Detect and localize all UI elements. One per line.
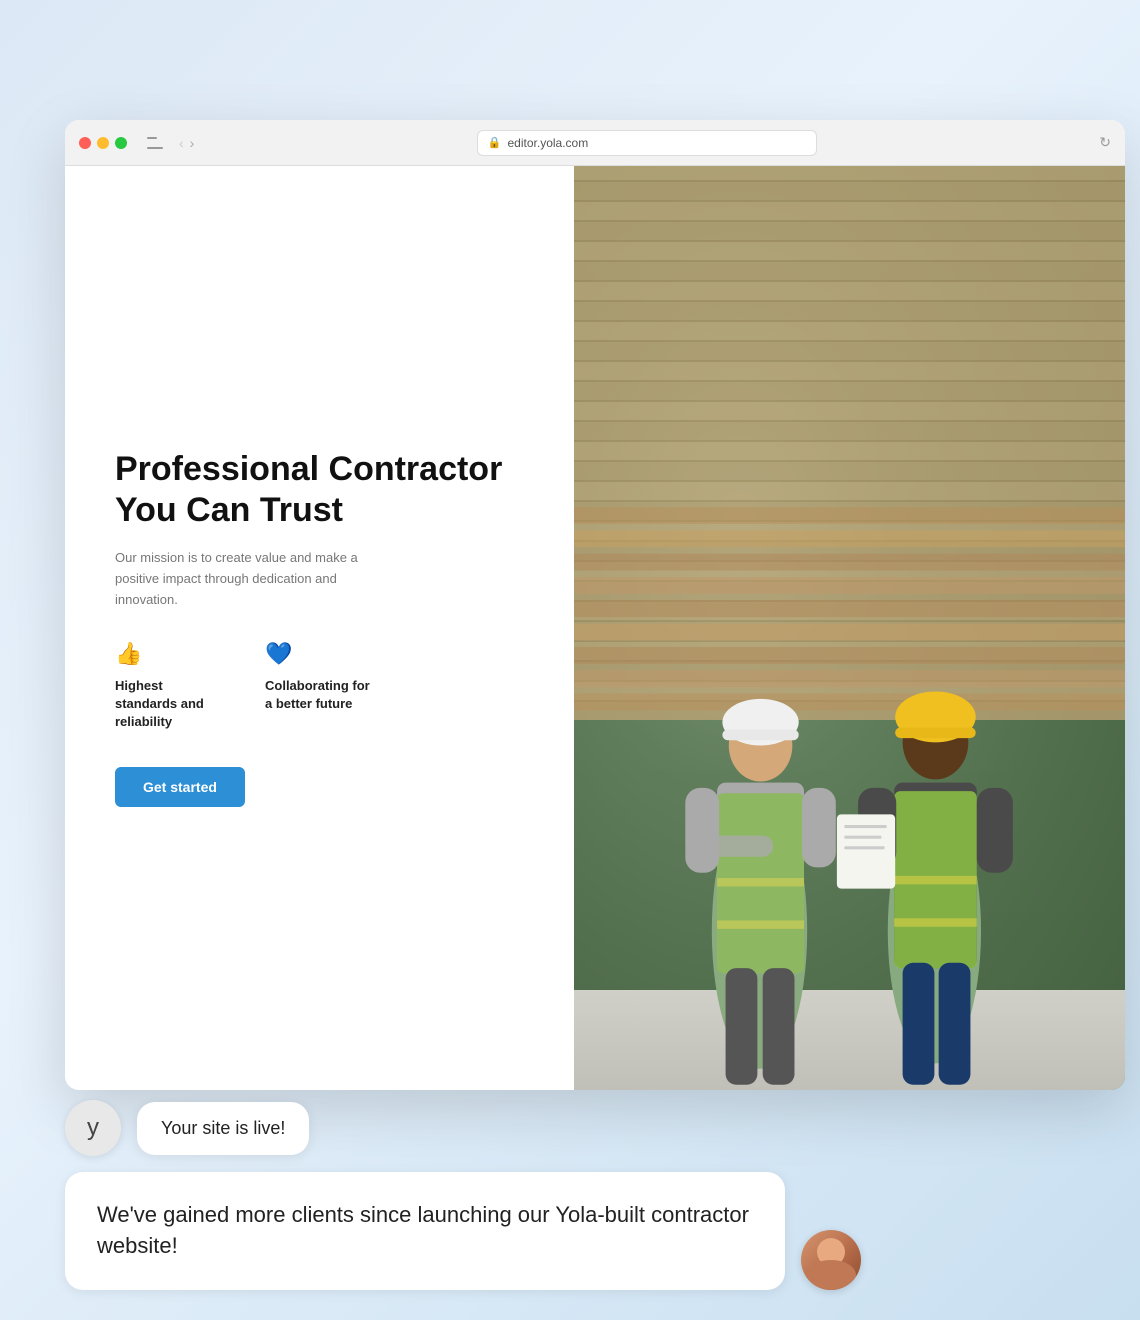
yola-letter: y	[87, 1114, 99, 1142]
user-avatar	[801, 1230, 861, 1290]
address-bar[interactable]: 🔒 editor.yola.com	[477, 130, 817, 156]
nav-arrows: ‹ ›	[179, 136, 194, 150]
feature-item-2: 💙 Collaborating for a better future	[265, 641, 375, 732]
get-started-button[interactable]: Get started	[115, 767, 245, 807]
browser-window: ‹ › 🔒 editor.yola.com ↻ Professional Con…	[65, 120, 1125, 1090]
traffic-lights	[79, 137, 127, 149]
forward-arrow[interactable]: ›	[190, 136, 195, 150]
hero-left: Professional Contractor You Can Trust Ou…	[65, 166, 574, 1090]
yola-avatar: y	[65, 1100, 121, 1156]
feature-label-1: Highest standards and reliability	[115, 677, 225, 732]
workers-illustration	[574, 166, 1125, 1090]
lock-icon: 🔒	[488, 136, 502, 149]
construction-image	[574, 166, 1125, 1090]
feature-item-1: 👍 Highest standards and reliability	[115, 641, 225, 732]
chat-section: y Your site is live! We've gained more c…	[65, 1100, 1125, 1290]
chat-bubble-row-1: y Your site is live!	[65, 1100, 1125, 1156]
url-text: editor.yola.com	[508, 136, 589, 150]
hero-title: Professional Contractor You Can Trust	[115, 449, 524, 531]
refresh-icon[interactable]: ↻	[1099, 134, 1111, 151]
heart-icon: 💙	[265, 641, 375, 667]
back-arrow[interactable]: ‹	[179, 136, 184, 150]
thumbsup-icon: 👍	[115, 641, 225, 667]
chat-bubble-2: We've gained more clients since launchin…	[65, 1172, 785, 1290]
website-content: Professional Contractor You Can Trust Ou…	[65, 166, 1125, 1090]
feature-label-2: Collaborating for a better future	[265, 677, 375, 713]
sidebar-toggle-icon[interactable]	[147, 137, 163, 149]
close-button[interactable]	[79, 137, 91, 149]
fullscreen-button[interactable]	[115, 137, 127, 149]
chat-bubble-1: Your site is live!	[137, 1102, 309, 1155]
address-bar-wrap: 🔒 editor.yola.com	[204, 130, 1089, 156]
hero-description: Our mission is to create value and make …	[115, 548, 395, 610]
features-row: 👍 Highest standards and reliability 💙 Co…	[115, 641, 524, 732]
hero-right	[574, 166, 1125, 1090]
chat-bubble-row-2: We've gained more clients since launchin…	[65, 1172, 1125, 1290]
browser-chrome: ‹ › 🔒 editor.yola.com ↻	[65, 120, 1125, 166]
minimize-button[interactable]	[97, 137, 109, 149]
